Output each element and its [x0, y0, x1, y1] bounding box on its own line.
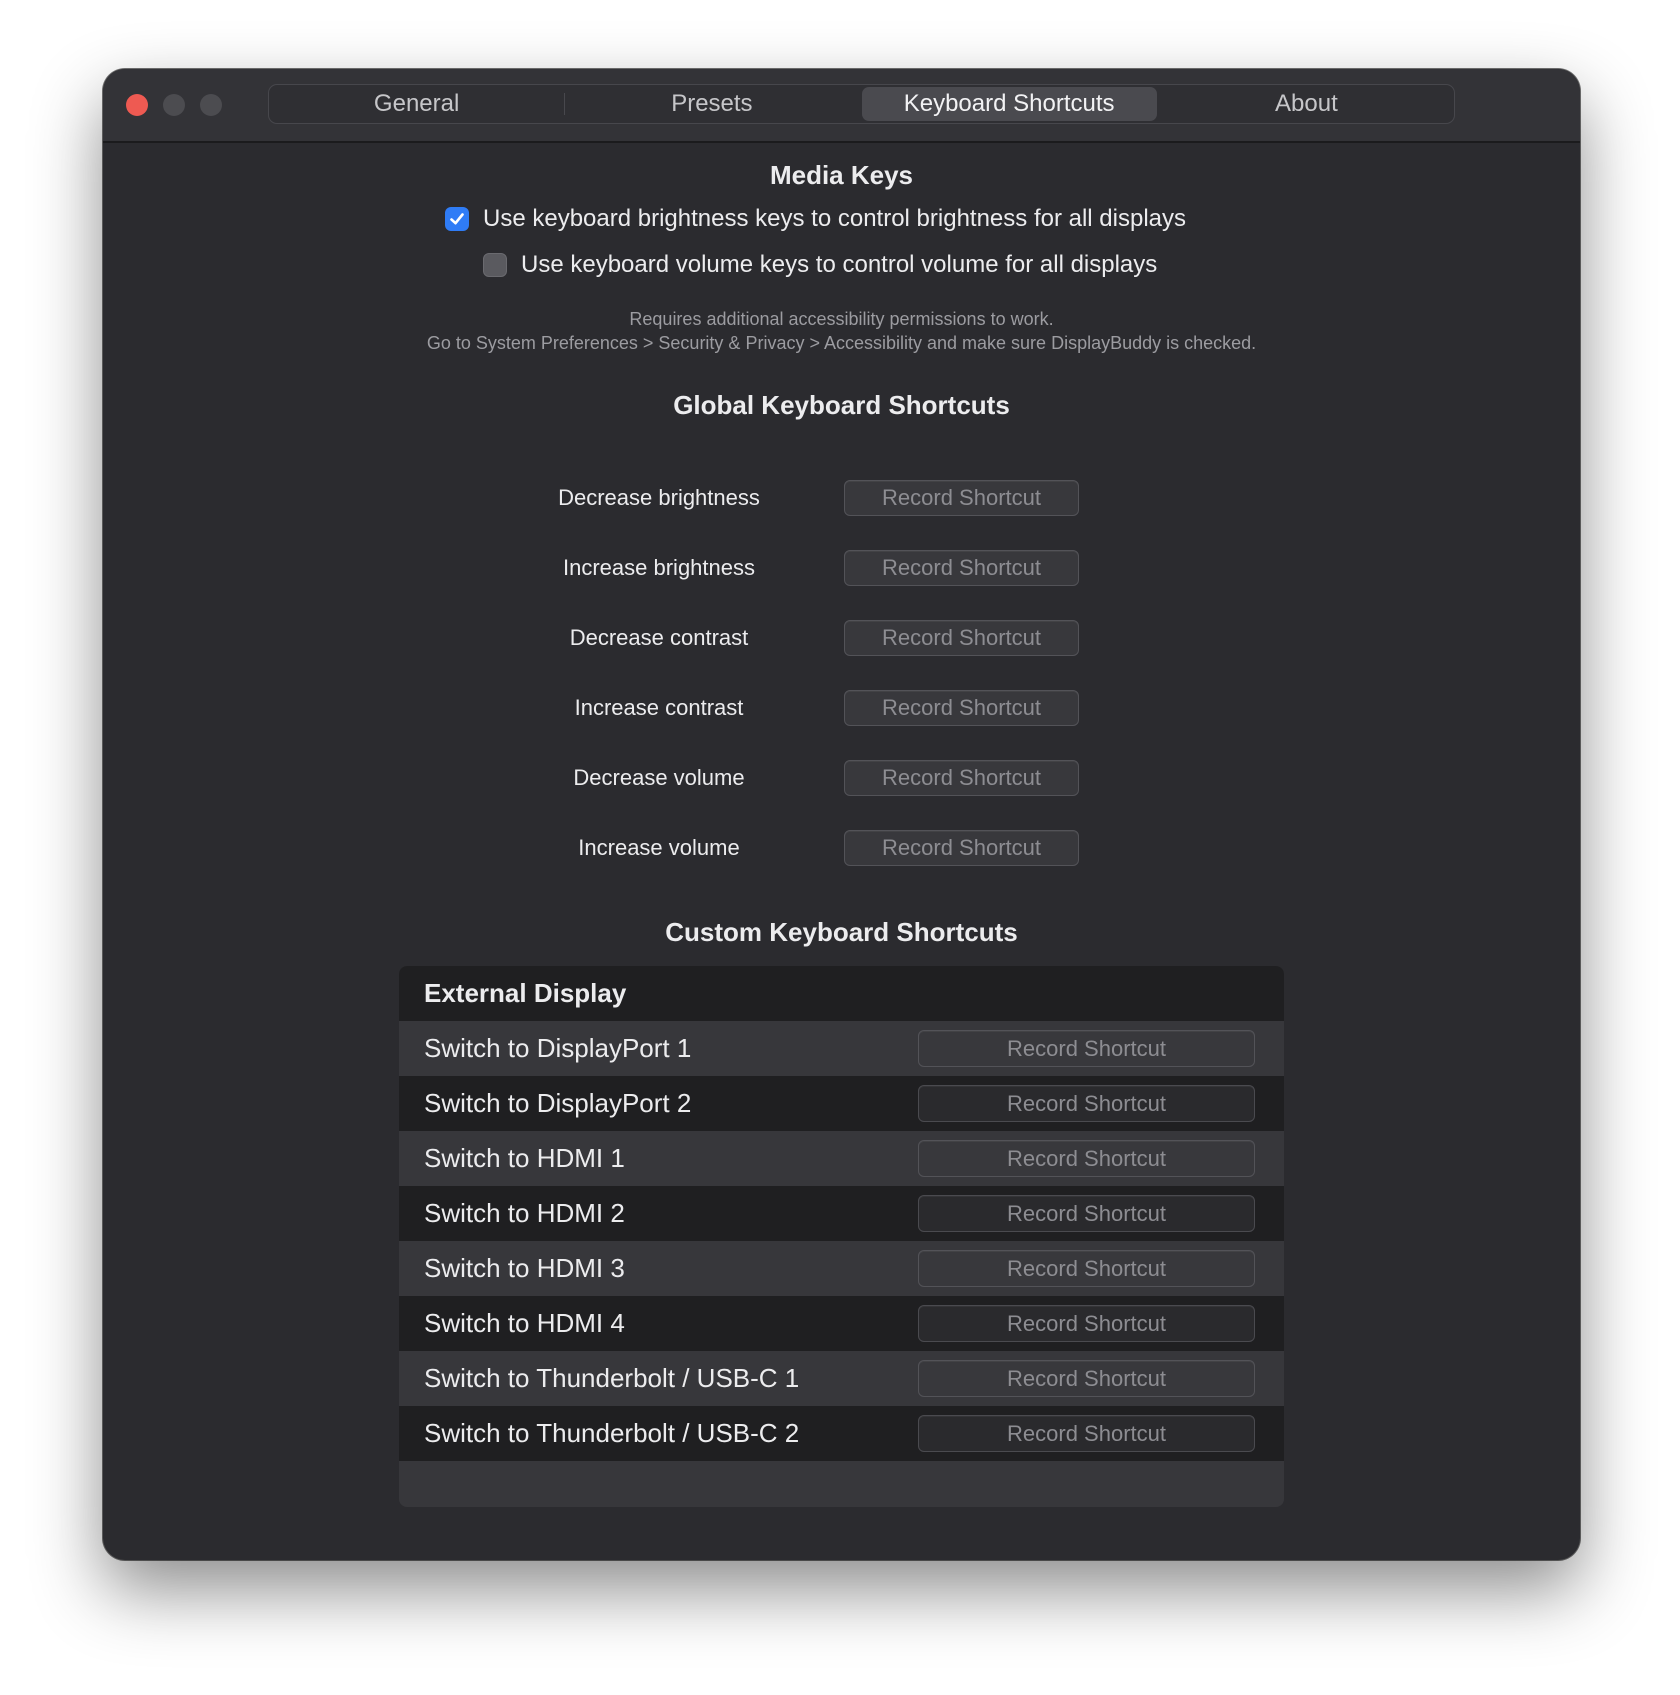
- record-shortcut-button[interactable]: Record Shortcut: [844, 620, 1079, 656]
- volume-keys-label: Use keyboard volume keys to control volu…: [521, 251, 1158, 278]
- close-window-button[interactable]: [126, 94, 148, 116]
- record-shortcut-button[interactable]: Record Shortcut: [844, 830, 1079, 866]
- table-row: Switch to HDMI 3 Record Shortcut: [399, 1241, 1284, 1296]
- global-shortcuts-heading: Global Keyboard Shortcuts: [673, 390, 1010, 420]
- record-shortcut-button[interactable]: Record Shortcut: [844, 480, 1079, 516]
- custom-shortcuts-table: External Display Switch to DisplayPort 1…: [399, 966, 1284, 1507]
- record-shortcut-button[interactable]: Record Shortcut: [918, 1415, 1255, 1452]
- preferences-tab-bar: General Presets Keyboard Shortcuts About: [268, 84, 1455, 124]
- shortcut-label: Switch to HDMI 2: [424, 1198, 625, 1228]
- brightness-keys-label: Use keyboard brightness keys to control …: [483, 205, 1187, 232]
- media-keys-heading: Media Keys: [769, 160, 914, 190]
- shortcut-label: Decrease brightness: [558, 485, 760, 510]
- record-shortcut-button[interactable]: Record Shortcut: [918, 1030, 1255, 1067]
- tab-general[interactable]: General: [269, 85, 564, 123]
- minimize-window-button[interactable]: [163, 94, 185, 116]
- custom-shortcuts-heading: Custom Keyboard Shortcuts: [665, 917, 1018, 947]
- volume-keys-checkbox[interactable]: [483, 253, 507, 277]
- shortcut-label: Decrease volume: [573, 765, 745, 790]
- tab-keyboard-shortcuts[interactable]: Keyboard Shortcuts: [861, 87, 1157, 121]
- record-shortcut-button[interactable]: Record Shortcut: [918, 1085, 1255, 1122]
- accessibility-note: Requires additional accessibility permis…: [103, 307, 1580, 355]
- accessibility-note-line1: Requires additional accessibility permis…: [629, 309, 1054, 329]
- table-row: Switch to HDMI 4 Record Shortcut: [399, 1296, 1284, 1351]
- preferences-window: General Presets Keyboard Shortcuts About…: [103, 69, 1580, 1560]
- shortcut-label: Switch to DisplayPort 2: [424, 1088, 692, 1118]
- shortcut-label: Decrease contrast: [569, 625, 749, 650]
- global-shortcut-row: Decrease volume Record Shortcut: [103, 760, 1580, 796]
- tab-about[interactable]: About: [1159, 85, 1454, 123]
- record-shortcut-button[interactable]: Record Shortcut: [844, 550, 1079, 586]
- title-bar: General Presets Keyboard Shortcuts About: [103, 69, 1580, 143]
- tab-presets[interactable]: Presets: [564, 85, 859, 123]
- shortcut-label: Switch to HDMI 4: [424, 1308, 625, 1338]
- table-row: Switch to HDMI 1 Record Shortcut: [399, 1131, 1284, 1186]
- brightness-keys-checkbox[interactable]: [445, 207, 469, 231]
- shortcut-label: Switch to HDMI 1: [424, 1143, 625, 1173]
- shortcut-label: Switch to Thunderbolt / USB-C 1: [424, 1363, 800, 1393]
- record-shortcut-button[interactable]: Record Shortcut: [844, 760, 1079, 796]
- global-shortcut-row: Increase brightness Record Shortcut: [103, 550, 1580, 586]
- table-row: Switch to Thunderbolt / USB-C 1 Record S…: [399, 1351, 1284, 1406]
- record-shortcut-button[interactable]: Record Shortcut: [844, 690, 1079, 726]
- record-shortcut-button[interactable]: Record Shortcut: [918, 1305, 1255, 1342]
- table-row: Switch to Thunderbolt / USB-C 2 Record S…: [399, 1406, 1284, 1461]
- record-shortcut-button[interactable]: Record Shortcut: [918, 1250, 1255, 1287]
- shortcut-label: Increase volume: [578, 835, 740, 860]
- accessibility-note-line2: Go to System Preferences > Security & Pr…: [426, 333, 1257, 353]
- global-shortcut-row: Decrease contrast Record Shortcut: [103, 620, 1580, 656]
- shortcut-label: Switch to HDMI 3: [424, 1253, 625, 1283]
- zoom-window-button[interactable]: [200, 94, 222, 116]
- shortcut-label: Switch to DisplayPort 1: [424, 1033, 692, 1063]
- shortcut-label: Increase contrast: [574, 695, 744, 720]
- global-shortcut-row: Increase contrast Record Shortcut: [103, 690, 1580, 726]
- checkmark-icon: [450, 213, 464, 225]
- table-row: Switch to DisplayPort 2 Record Shortcut: [399, 1076, 1284, 1131]
- brightness-keys-option[interactable]: Use keyboard brightness keys to control …: [445, 205, 1186, 233]
- shortcut-label: Switch to Thunderbolt / USB-C 2: [424, 1418, 800, 1448]
- table-row: Switch to HDMI 2 Record Shortcut: [399, 1186, 1284, 1241]
- record-shortcut-button[interactable]: Record Shortcut: [918, 1360, 1255, 1397]
- shortcut-label: Increase brightness: [563, 555, 755, 580]
- record-shortcut-button[interactable]: Record Shortcut: [918, 1195, 1255, 1232]
- table-row: Switch to DisplayPort 1 Record Shortcut: [399, 1021, 1284, 1076]
- global-shortcut-row: Decrease brightness Record Shortcut: [103, 480, 1580, 516]
- volume-keys-option[interactable]: Use keyboard volume keys to control volu…: [483, 251, 1157, 279]
- external-display-group-header: External Display: [399, 966, 1284, 1021]
- record-shortcut-button[interactable]: Record Shortcut: [918, 1140, 1255, 1177]
- global-shortcut-row: Increase volume Record Shortcut: [103, 830, 1580, 866]
